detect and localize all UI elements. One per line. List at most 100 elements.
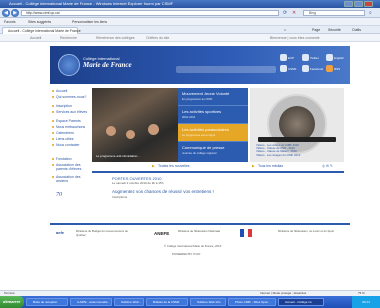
sidebar-item-nous-embauchons[interactable]: Nous embauchons — [56, 125, 90, 129]
anniversary-logo-icon: 70 — [56, 192, 62, 198]
arrow-icon: ▶ — [252, 164, 255, 168]
sidebar-item-liens-utiles[interactable]: Liens utiles — [56, 137, 90, 141]
section-links: ▶ Toutes les nouvelles ▶ Tous les médias… — [92, 162, 344, 170]
college-logo-icon[interactable] — [58, 54, 80, 76]
powered-by-text[interactable]: POWERED BY ITUO — [172, 252, 200, 256]
page-menu[interactable]: Page — [312, 26, 320, 34]
video-player-controls[interactable] — [258, 137, 336, 142]
bullet-icon — [52, 96, 54, 98]
news-title: Les activités sportives — [182, 109, 222, 114]
footer-divider — [50, 223, 350, 225]
taskbar-button-active[interactable]: Accueil - Collège int. — [278, 298, 324, 306]
stop-icon[interactable]: ✕ — [292, 10, 296, 16]
partner-text: Ministère de l'Éducation, du Loisir et d… — [278, 229, 335, 233]
video-widget: Vidéos - Les vidéos du CIMF 2010 Vidéos … — [250, 88, 344, 162]
tab-accueil[interactable]: Accueil - Collège international Marie de… — [2, 27, 81, 34]
english-flag-icon[interactable] — [326, 54, 333, 61]
site-toolbar-item[interactable]: Accueil — [30, 34, 41, 42]
open-house-headline: Augmentez vos chances de réussir vos ent… — [112, 189, 214, 194]
tools-menu[interactable]: Outils — [352, 26, 361, 34]
all-news-link[interactable]: Toutes les nouvelles — [158, 162, 190, 170]
bullet-icon — [52, 120, 54, 122]
news-item[interactable]: Les activités sportives 2010-2011 — [178, 106, 248, 124]
bullet-icon — [52, 126, 54, 128]
all-videos-link[interactable]: Tous les médias — [258, 162, 283, 170]
news-title: Communiqué de presse — [182, 145, 225, 150]
home-icon[interactable]: ⌂ — [284, 26, 286, 34]
exp-icon[interactable] — [280, 54, 287, 61]
search-input[interactable]: Bing — [303, 10, 365, 16]
share-icons[interactable]: ◎ ✉ ✎ — [322, 162, 333, 170]
bullet-icon — [52, 105, 54, 107]
maximize-button[interactable] — [354, 1, 363, 7]
sidebar-item-anciens-association[interactable]: Association des anciens — [56, 175, 90, 183]
csmf-label: CSMF — [288, 67, 297, 71]
header-search-bar[interactable] — [176, 66, 276, 73]
safety-menu[interactable]: Sécurité — [328, 26, 341, 34]
taskbar-button[interactable]: Sublime Web Info — [190, 298, 226, 306]
sidebar-item-services-eleves[interactable]: Services aux élèves — [56, 110, 90, 114]
bullet-icon — [52, 164, 54, 166]
sidebar-nav: Accueil Qui sommes-nous? Inscription Ser… — [50, 86, 90, 246]
site-toolbar-item[interactable]: Bienvenue | vous êtes connecté — [270, 34, 320, 42]
clock[interactable]: 09:14 — [352, 296, 380, 308]
news-subtitle: Le programme est en ligne — [182, 133, 216, 137]
video-list-item[interactable]: Vidéos - Les visages du CIMF 2010 — [256, 153, 338, 157]
open-house-sub: Inscriptions — [112, 195, 128, 199]
taskbar-button[interactable]: Sublime Web... — [114, 298, 144, 306]
site-toolbar-item[interactable]: Chiffres du site — [146, 34, 169, 42]
bullet-icon — [52, 111, 54, 113]
tab-bar: Accueil - Collège international Marie de… — [0, 26, 380, 34]
sidebar-item-espace-parents[interactable]: Espace Parents — [56, 119, 90, 123]
sidebar-item-parents-association[interactable]: Association des parents d'élèves — [56, 163, 90, 171]
partner-text: Ministère du Budget du Gouvernement du Q… — [76, 229, 128, 237]
footer-partners: aefe Ministère du Budget du Gouvernement… — [50, 226, 350, 266]
favorites-button[interactable]: Favoris — [4, 18, 15, 26]
search-icon[interactable]: ⌕ — [369, 10, 372, 16]
news-item[interactable]: Les activités parascolaires Le programme … — [178, 124, 248, 142]
csmf-icon[interactable] — [280, 65, 287, 72]
forward-arrow-icon[interactable]: ▶ — [11, 9, 19, 17]
facebook-icon[interactable] — [302, 65, 309, 72]
bullet-icon — [52, 132, 54, 134]
window-title-bar: Accueil - Collège international Marie de… — [0, 0, 380, 8]
rss-label: RSS — [334, 67, 341, 71]
taskbar-button[interactable]: Boîte de réception — [26, 298, 68, 306]
close-button[interactable] — [364, 1, 373, 7]
news-item[interactable]: Communiqué de presse Journée du collège r… — [178, 142, 248, 160]
anefe-logo: ANEFE — [154, 231, 170, 236]
start-button[interactable]: démarrer — [0, 296, 24, 308]
minimize-button[interactable] — [344, 1, 353, 7]
taskbar-button[interactable]: Photo CIMF - Sites Spon... — [228, 298, 276, 306]
news-subtitle: En progression au CIMF — [182, 97, 213, 101]
news-item[interactable]: Mouvement Jeune Volonté En progression au… — [178, 88, 248, 106]
sidebar-item-fondation[interactable]: Fondation — [56, 157, 90, 161]
rss-icon[interactable] — [326, 65, 333, 72]
featured-photo[interactable]: Le programme anti-intimidation... — [92, 88, 178, 162]
sidebar-item-nous-contacter[interactable]: Nous contacter — [56, 143, 90, 147]
copyright-text: © Collège international Marie de France,… — [164, 244, 222, 248]
page-content: Collège international Marie de France EX… — [0, 42, 380, 290]
aefe-logo-icon: aefe — [56, 230, 65, 235]
taskbar-button[interactable]: 3-AIPE - www.nouvelle... — [70, 298, 112, 306]
refresh-icon[interactable]: ⟳ — [283, 10, 287, 16]
bullet-icon — [52, 90, 54, 92]
sidebar-item-inscription[interactable]: Inscription — [56, 104, 90, 108]
window-title: Accueil - Collège international Marie de… — [9, 1, 174, 6]
suggested-sites-link[interactable]: Sites suggérés — [28, 18, 51, 26]
url-field[interactable]: http://www.cimf.qc.ca/ — [21, 10, 279, 16]
favorites-bar: Favoris Sites suggérés Personnaliser les… — [0, 18, 380, 26]
site-toolbar-item[interactable]: Rémérence des collèges — [96, 34, 135, 42]
photo-caption: Le programme anti-intimidation... — [96, 154, 140, 158]
site-toolbar-item[interactable]: Recherche — [60, 34, 77, 42]
customize-links-link[interactable]: Personnaliser les liens — [72, 18, 107, 26]
sidebar-item-accueil[interactable]: Accueil — [56, 89, 90, 93]
twitter-icon[interactable] — [302, 54, 309, 61]
sidebar-item-qui-sommes-nous[interactable]: Qui sommes-nous? — [56, 95, 90, 99]
back-arrow-icon[interactable]: ◀ — [2, 9, 10, 17]
open-house-banner[interactable]: PORTES OUVERTES 2010 Le samedi 2 octobre… — [92, 173, 344, 221]
header-icon-group: EXP Twitter English CSMF Facebook RSS — [280, 52, 348, 80]
sidebar-item-calendriers[interactable]: Calendriers — [56, 131, 90, 135]
english-label: English — [334, 56, 344, 60]
taskbar-button[interactable]: Bulletin de la CSMF — [146, 298, 188, 306]
